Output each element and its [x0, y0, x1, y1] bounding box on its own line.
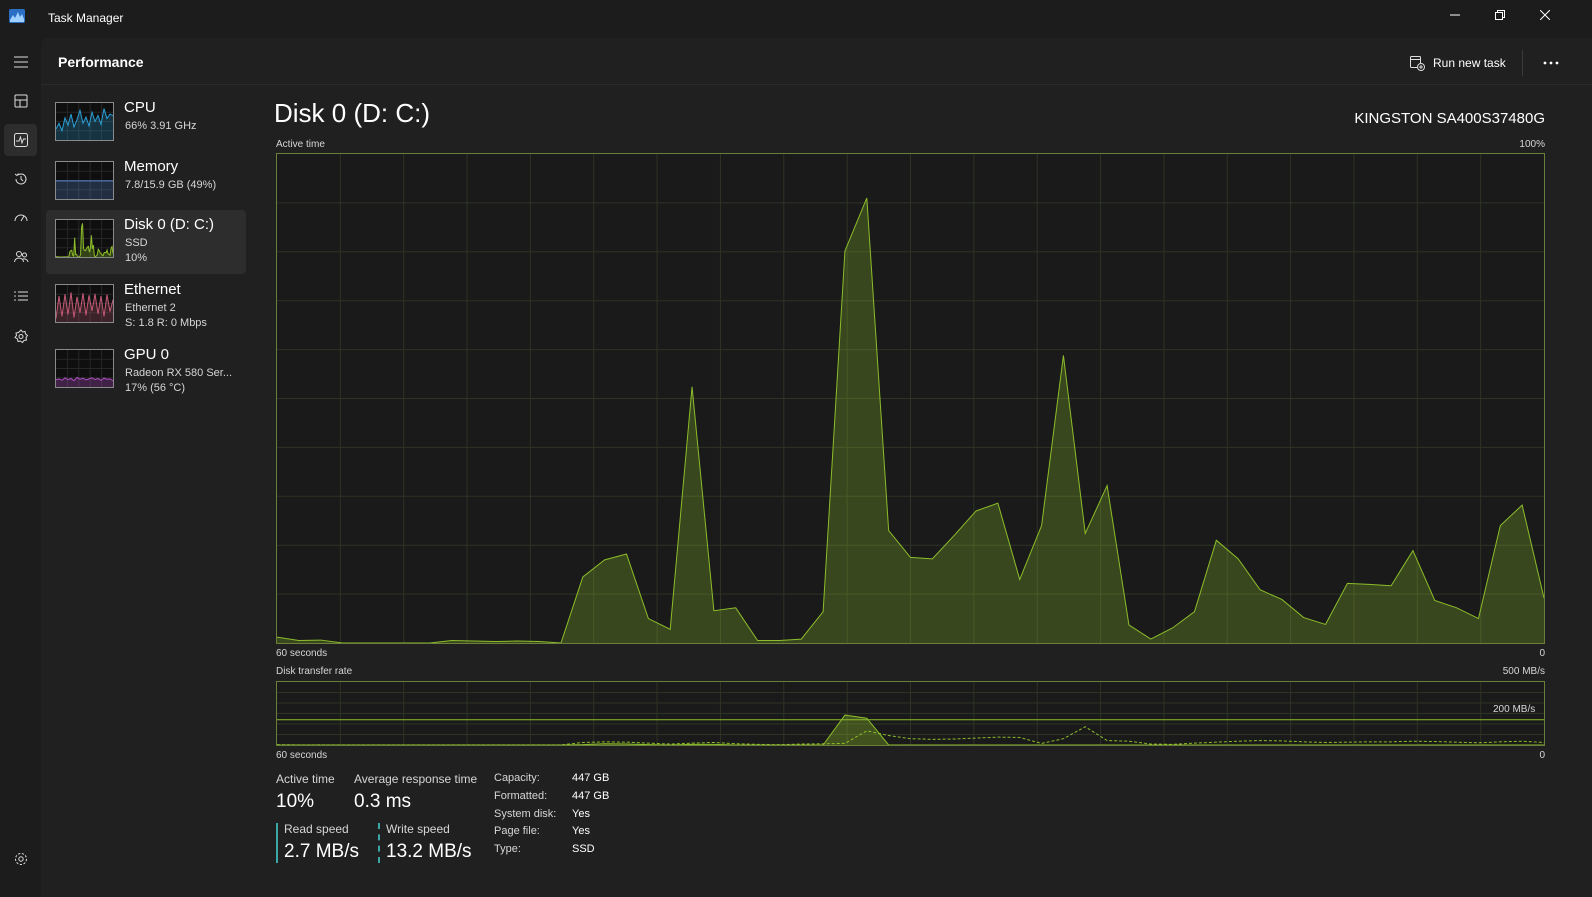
write-speed-indicator: [378, 823, 380, 863]
header-divider: [1522, 50, 1523, 76]
transfer-rate-graph: [276, 681, 1545, 746]
resource-disk-0[interactable]: Disk 0 (D: C:) SSD 10%: [46, 210, 246, 274]
nav-users[interactable]: [4, 241, 37, 273]
run-new-task-label: Run new task: [1433, 56, 1506, 70]
read-speed-value: 2.7 MB/s: [284, 841, 359, 862]
nav-performance[interactable]: [4, 124, 37, 156]
resource-memory[interactable]: Memory 7.8/15.9 GB (49%): [46, 152, 246, 216]
minimize-icon: [1450, 14, 1460, 16]
resource-detail-2: 17% (56 °C): [125, 382, 186, 394]
read-speed-indicator: [276, 823, 278, 863]
run-new-task-icon: [1410, 56, 1425, 71]
page-header: Performance Run new task: [41, 38, 1592, 85]
page-file-value: Yes: [572, 825, 590, 837]
minimize-button[interactable]: [1432, 0, 1478, 30]
avg-response-label: Average response time: [354, 772, 478, 786]
transfer-max-label: 500 MB/s: [1502, 666, 1545, 677]
transfer-x-right-label: 0: [1539, 750, 1545, 761]
page-title: Performance: [58, 54, 144, 70]
performance-icon: [13, 133, 28, 147]
run-new-task-button[interactable]: Run new task: [1409, 50, 1506, 76]
task-manager-app-icon: [9, 9, 25, 23]
gpu-thumbnail-graph: [55, 349, 114, 388]
startup-apps-icon: [14, 214, 27, 222]
users-icon: [13, 251, 28, 263]
avg-response-value: 0.3 ms: [354, 791, 412, 812]
resource-detail-2: 10%: [125, 252, 148, 264]
resource-ethernet[interactable]: Ethernet Ethernet 2 S: 1.8 R: 0 Mbps: [46, 275, 246, 339]
system-disk-value: Yes: [572, 808, 590, 820]
resource-detail: 66% 3.91 GHz: [125, 120, 197, 132]
nav-services[interactable]: [4, 320, 37, 352]
resource-name: Disk 0 (D: C:): [124, 216, 214, 233]
disk-thumbnail-graph: [55, 219, 114, 258]
active-time-graph: [276, 153, 1545, 644]
nav-app-history[interactable]: [4, 163, 37, 195]
page-file-key: Page file:: [494, 825, 540, 837]
resource-name: Ethernet: [124, 281, 181, 298]
transfer-x-left-label: 60 seconds: [276, 750, 328, 761]
type-value: SSD: [572, 843, 595, 855]
resource-detail: Radeon RX 580 Ser...: [125, 367, 233, 379]
cpu-thumbnail-graph: [55, 102, 114, 141]
formatted-value: 447 GB: [572, 790, 610, 802]
resource-name: GPU 0: [124, 346, 170, 363]
read-speed-label: Read speed: [284, 822, 349, 836]
cpu-thumb-area: [56, 108, 113, 140]
services-icon: [13, 329, 28, 344]
processes-icon: [14, 94, 27, 108]
resource-cpu[interactable]: CPU 66% 3.91 GHz: [46, 93, 246, 157]
active-time-x-right-label: 0: [1539, 648, 1545, 659]
resource-gpu-0[interactable]: GPU 0 Radeon RX 580 Ser... 17% (56 °C): [46, 340, 246, 404]
menu-button[interactable]: [4, 46, 37, 78]
disk-model: KINGSTON SA400S37480G: [1354, 110, 1545, 127]
resource-detail: 7.8/15.9 GB (49%): [125, 179, 217, 191]
resource-detail-2: S: 1.8 R: 0 Mbps: [125, 317, 207, 329]
disk-thumb-area: [56, 223, 113, 257]
transfer-ref-label: 200 MB/s: [1493, 704, 1536, 715]
navigation-rail: [0, 38, 41, 897]
ethernet-thumbnail-graph: [55, 284, 114, 323]
nav-settings[interactable]: [4, 843, 37, 875]
resource-name: CPU: [124, 99, 156, 116]
main-panel: Performance Run new task CPU 66% 3.91 GH…: [41, 38, 1592, 897]
memory-thumb-area: [56, 180, 113, 199]
active-time-max-label: 100%: [1519, 139, 1545, 150]
write-speed-value: 13.2 MB/s: [386, 841, 472, 862]
type-key: Type:: [494, 843, 521, 855]
active-time-graph-label: Active time: [276, 139, 325, 150]
disk-title: Disk 0 (D: C:): [274, 98, 430, 128]
restore-button[interactable]: [1477, 0, 1523, 30]
write-speed-label: Write speed: [386, 822, 450, 836]
capacity-value: 447 GB: [572, 772, 610, 784]
nav-details[interactable]: [4, 280, 37, 312]
transfer-graph-label: Disk transfer rate: [276, 666, 353, 677]
more-options-icon: [1543, 61, 1559, 65]
formatted-key: Formatted:: [494, 790, 548, 802]
resource-detail: SSD: [125, 237, 148, 249]
resource-detail: Ethernet 2: [125, 302, 176, 314]
window-title: Task Manager: [48, 11, 124, 25]
active-time-x-left-label: 60 seconds: [276, 648, 328, 659]
app-history-icon: [14, 173, 26, 185]
capacity-key: Capacity:: [494, 772, 540, 784]
restore-icon: [1495, 10, 1505, 20]
close-icon: [1540, 10, 1550, 20]
nav-processes[interactable]: [4, 85, 37, 117]
settings-icon: [14, 853, 27, 865]
resource-name: Memory: [124, 158, 179, 175]
active-time-stat-value: 10%: [276, 791, 315, 812]
memory-thumbnail-graph: [55, 161, 114, 200]
system-disk-key: System disk:: [494, 808, 557, 820]
menu-icon: [13, 56, 28, 68]
title-bar: Task Manager: [0, 0, 1592, 38]
active-time-stat-label: Active time: [276, 772, 335, 786]
more-options-button[interactable]: [1533, 50, 1569, 76]
nav-startup-apps[interactable]: [4, 202, 37, 234]
close-button[interactable]: [1522, 0, 1568, 30]
details-icon: [13, 291, 28, 301]
